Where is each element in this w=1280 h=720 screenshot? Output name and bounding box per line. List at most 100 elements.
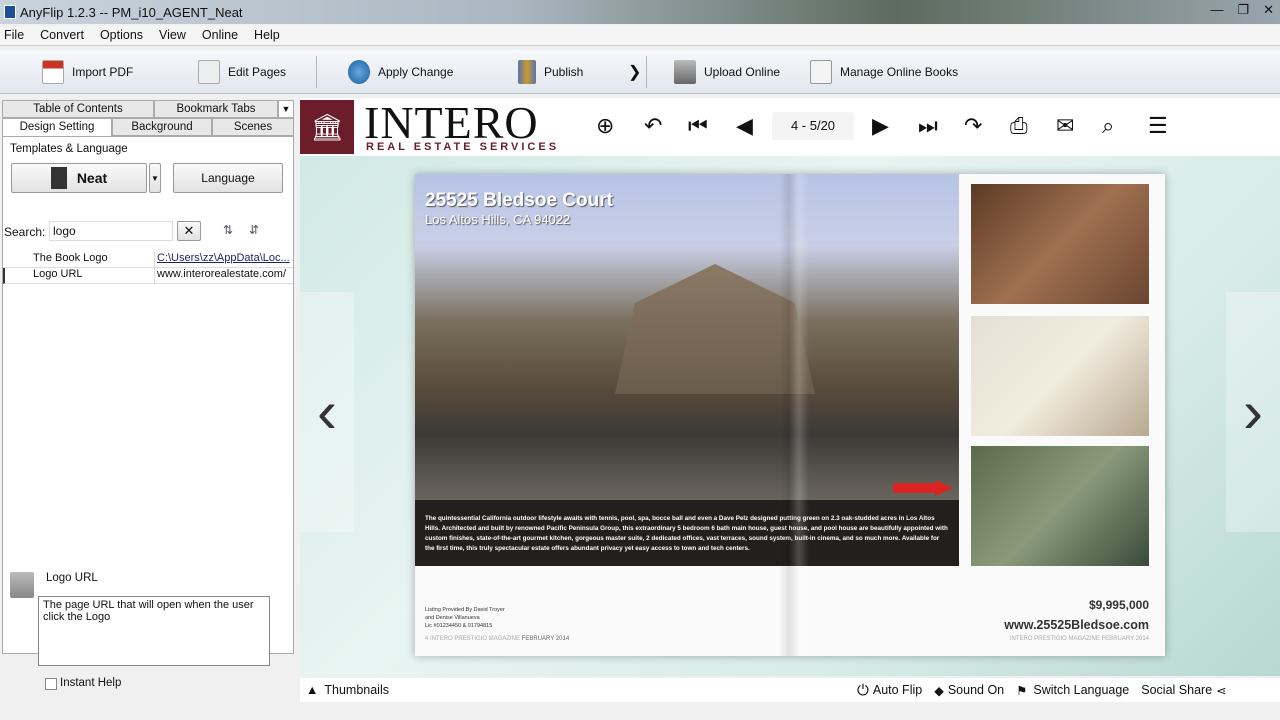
search-label: Search: (4, 225, 46, 239)
property-title: 25525 Bledsoe Court (425, 190, 613, 211)
email-icon[interactable]: ✉ (1056, 113, 1074, 139)
import-pdf-label: Import PDF (72, 64, 134, 79)
next-page-arrow[interactable]: › (1226, 292, 1280, 532)
switch-language-button[interactable]: Switch Language (1033, 683, 1129, 697)
interior-photo-living-room (971, 316, 1149, 436)
menu-view[interactable]: View (155, 26, 190, 45)
instant-help-label: Instant Help (60, 677, 122, 689)
import-pdf-button[interactable]: Import PDF (42, 59, 134, 84)
pdf-icon (42, 59, 64, 84)
price: $9,995,000 (1088, 598, 1149, 612)
property-value[interactable]: www.interorealestate.com/ (155, 268, 286, 283)
page-indicator[interactable]: 4 - 5/20 (772, 112, 854, 140)
page-footer-right: INTERO PRESTIGIO MAGAZINE FEBRUARY 2014 (1009, 636, 1149, 642)
manage-icon (810, 59, 832, 84)
template-name: Neat (76, 170, 108, 186)
publish-icon (518, 59, 536, 84)
first-page-icon[interactable]: ⏮ (688, 113, 708, 139)
search-input[interactable]: logo (49, 221, 173, 241)
menu-bar: File Convert Options View Online Help (0, 26, 1280, 46)
auto-flip-button[interactable]: Auto Flip (873, 683, 922, 697)
help-text: The page URL that will open when the use… (38, 596, 270, 666)
next-page-icon[interactable]: ▶ (872, 113, 889, 139)
close-button[interactable]: ✕ (1263, 2, 1274, 18)
thumbnails-icon[interactable]: ▲ (306, 683, 318, 697)
property-row-selected[interactable]: Logo URL www.interorealestate.com/ (3, 268, 293, 284)
edit-pages-button[interactable]: Edit Pages (198, 59, 287, 84)
book-spine (779, 174, 809, 656)
page-footer-left: 4 INTERO PRESTIGIO MAGAZINE FEBRUARY 201… (425, 636, 570, 642)
book-preview: 🏛 INTERO REAL ESTATE SERVICES ⊕ ↶ ⏮ ◀ 4 … (300, 97, 1280, 676)
logo-subtitle: REAL ESTATE SERVICES (366, 141, 560, 153)
zoom-in-icon[interactable]: ⊕ (596, 113, 614, 139)
property-row[interactable]: The Book Logo C:\Users\zz\AppData\Loc... (3, 252, 293, 268)
sound-icon[interactable]: ◆ (934, 683, 944, 698)
manage-online-books-label: Manage Online Books (840, 64, 959, 79)
property-grid: The Book Logo C:\Users\zz\AppData\Loc... … (3, 252, 293, 284)
toolbar: Import PDF Edit Pages Apply Change Publi… (0, 50, 1280, 94)
maximize-button[interactable]: ❐ (1237, 2, 1249, 18)
intero-logo-icon[interactable]: 🏛 (300, 100, 354, 154)
chevron-right-icon: ❯ (628, 63, 642, 81)
property-value[interactable]: C:\Users\zz\AppData\Loc... (155, 252, 290, 267)
auto-flip-icon[interactable]: ⏻ (857, 682, 869, 699)
upload-icon (674, 59, 696, 84)
property-description: The quintessential California outdoor li… (415, 500, 959, 566)
previous-page-arrow[interactable]: ‹ (300, 292, 354, 532)
menu-convert[interactable]: Convert (36, 26, 88, 45)
settings-panel: Table of Contents Bookmark Tabs ▼ Design… (0, 98, 296, 702)
property-name: The Book Logo (3, 252, 155, 267)
more-button[interactable]: ❯ (628, 62, 641, 82)
tab-table-of-contents[interactable]: Table of Contents (2, 100, 154, 118)
aerial-photo (971, 446, 1149, 566)
sound-button[interactable]: Sound On (948, 683, 1004, 697)
template-select[interactable]: Neat (11, 163, 147, 193)
window-title: AnyFlip 1.2.3 -- PM_i10_AGENT_Neat (20, 4, 243, 20)
menu-options[interactable]: Options (96, 26, 147, 45)
menu-file[interactable]: File (0, 26, 28, 45)
redo-icon[interactable]: ↷ (964, 113, 982, 139)
edit-pages-label: Edit Pages (228, 64, 287, 79)
share-icon[interactable]: ⋖ (1216, 683, 1226, 698)
minimize-button[interactable]: — (1210, 2, 1223, 18)
menu-icon[interactable]: ☰ (1148, 113, 1168, 139)
title-bar: AnyFlip 1.2.3 -- PM_i10_AGENT_Neat — ❐ ✕ (0, 0, 1280, 24)
previous-page-icon[interactable]: ◀ (736, 113, 753, 139)
publish-button[interactable]: Publish (518, 59, 584, 84)
last-page-icon[interactable]: ⏭ (918, 113, 938, 139)
sort-icon[interactable]: ⇅ (223, 223, 233, 237)
app-icon (4, 5, 16, 19)
clear-search-button[interactable]: ✕ (177, 221, 201, 241)
section-title: Templates & Language (10, 143, 128, 155)
print-icon[interactable]: ⎙ (1010, 113, 1028, 139)
tab-design-setting[interactable]: Design Setting (2, 118, 112, 136)
manage-online-books-button[interactable]: Manage Online Books (810, 59, 959, 84)
property-address: Los Altos Hills, CA 94022 (425, 212, 571, 227)
search-icon[interactable]: ⌕ (1102, 113, 1114, 139)
property-name: Logo URL (5, 268, 155, 283)
thumbnails-button[interactable]: Thumbnails (324, 683, 389, 697)
undo-icon[interactable]: ↶ (644, 113, 662, 139)
instant-help-checkbox[interactable] (45, 678, 57, 690)
help-icon (10, 572, 34, 598)
upload-online-button[interactable]: Upload Online (674, 59, 780, 84)
publish-label: Publish (544, 64, 584, 79)
apply-change-button[interactable]: Apply Change (348, 59, 453, 84)
language-button[interactable]: Language (173, 163, 283, 193)
flipbook[interactable]: 25525 Bledsoe Court Los Altos Hills, CA … (415, 174, 1165, 656)
listing-info: Listing Provided By David Troyer and Deni… (425, 607, 505, 629)
tab-scenes[interactable]: Scenes (212, 118, 294, 136)
menu-online[interactable]: Online (198, 26, 242, 45)
sort-alt-icon[interactable]: ⇵ (249, 223, 259, 237)
tabs-dropdown-icon[interactable]: ▼ (278, 100, 294, 118)
book-icon (50, 167, 67, 189)
edit-pages-icon (198, 59, 220, 84)
interior-photo-office (971, 184, 1149, 304)
social-share-button[interactable]: Social Share (1141, 683, 1212, 697)
tab-bookmark-tabs[interactable]: Bookmark Tabs (154, 100, 278, 118)
menu-help[interactable]: Help (250, 26, 284, 45)
flag-icon[interactable]: ⚑ (1016, 683, 1027, 698)
help-title: Logo URL (46, 572, 98, 584)
template-dropdown[interactable]: ▼ (149, 163, 161, 193)
tab-background[interactable]: Background (112, 118, 212, 136)
